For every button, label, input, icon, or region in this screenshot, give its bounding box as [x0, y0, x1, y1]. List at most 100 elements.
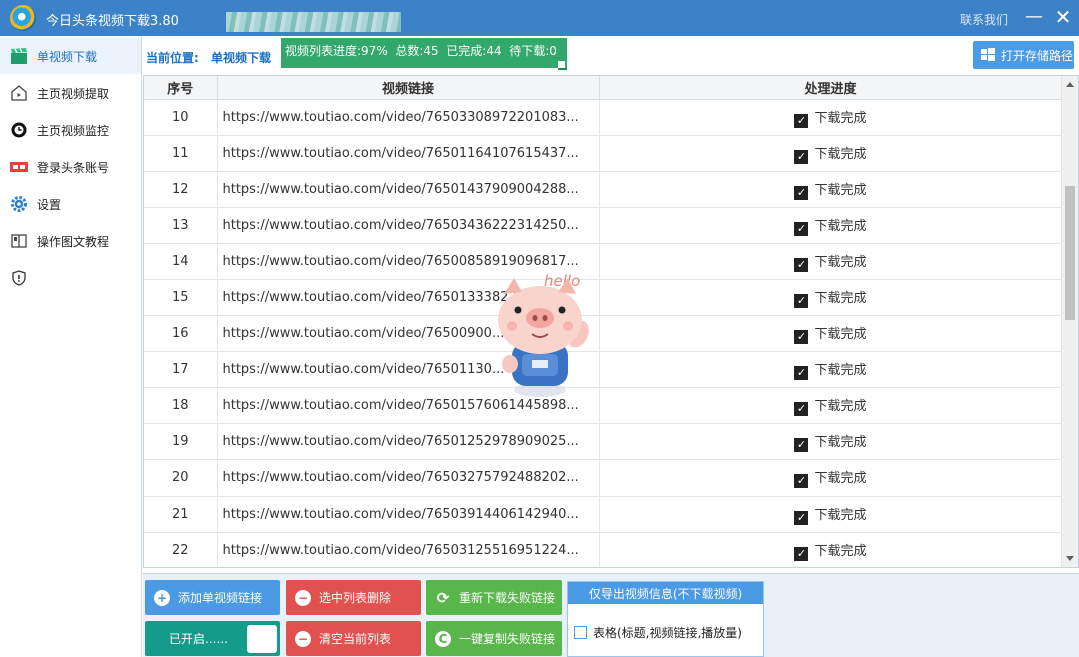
row-index: 21 — [144, 496, 218, 533]
sidebar-item-homepage-extract[interactable]: 主页视频提取 — [0, 75, 141, 111]
add-video-link-label: 添加单视频链接 — [178, 591, 263, 605]
sidebar-item-single-download[interactable]: 单视频下载 — [0, 38, 141, 74]
export-spreadsheet-checkbox[interactable] — [574, 626, 587, 639]
table-header-row: 序号 视频链接 处理进度 — [144, 76, 1063, 100]
sidebar-item-label: 设置 — [37, 197, 62, 212]
row-index: 17 — [144, 351, 218, 389]
title-bar: 今日头条视频下载3.80 联系我们 — ✕ — [0, 0, 1079, 36]
windows-folder-icon — [981, 48, 995, 61]
title-banner-image — [226, 12, 401, 32]
row-status: ✓ 下载完成 — [599, 207, 1063, 244]
checkbox-checked-icon[interactable]: ✓ — [794, 366, 809, 381]
toutiao-logo-icon — [10, 158, 28, 176]
checkbox-checked-icon[interactable]: ✓ — [794, 257, 809, 272]
row-url[interactable]: https://www.toutiao.com/video/7650143790… — [217, 171, 600, 208]
clapperboard-icon — [10, 47, 28, 65]
sidebar-item-login-toutiao[interactable]: 登录头条账号 — [0, 149, 141, 185]
sidebar-item-label: 单视频下载 — [37, 49, 98, 64]
minus-icon: − — [295, 630, 311, 647]
checkbox-checked-icon[interactable]: ✓ — [794, 113, 809, 128]
row-status-label: 下载完成 — [814, 507, 867, 523]
row-index: 14 — [144, 243, 218, 280]
checkbox-checked-icon[interactable]: ✓ — [794, 546, 809, 561]
row-index: 19 — [144, 423, 218, 461]
contact-us-link[interactable]: 联系我们 — [960, 11, 1008, 28]
progress-text: 视频列表进度:97% 总数:45 已完成:44 待下载:0 — [285, 44, 557, 58]
row-url[interactable]: https://www.toutiao.com/video/7650330897… — [217, 99, 600, 136]
table-row[interactable]: 20 https://www.toutiao.com/video/76503275… — [144, 459, 1063, 497]
scroll-down-arrow-icon[interactable] — [1066, 556, 1074, 561]
video-table: 序号 视频链接 处理进度 10 https://www.toutiao.com/v… — [143, 75, 1079, 568]
row-url[interactable]: https://www.toutiao.com/video/7650125297… — [217, 423, 600, 461]
checkbox-checked-icon[interactable]: ✓ — [794, 221, 809, 236]
table-scrollbar[interactable] — [1061, 76, 1078, 567]
row-url[interactable]: https://www.toutiao.com/video/7650391440… — [217, 496, 600, 533]
row-status: ✓ 下载完成 — [599, 423, 1063, 461]
add-video-link-button[interactable]: + 添加单视频链接 — [145, 580, 280, 615]
delete-selected-button[interactable]: − 选中列表删除 — [286, 580, 421, 615]
pig-mascot-image[interactable] — [488, 272, 608, 400]
row-url[interactable]: https://www.toutiao.com/video/7650327579… — [217, 459, 600, 497]
auto-mode-toggle[interactable]: 已开启...... — [145, 621, 280, 656]
location-label: 当前位置: — [146, 51, 199, 65]
scroll-up-arrow-icon[interactable] — [1066, 82, 1074, 87]
redownload-failed-label: 重新下载失败链接 — [459, 591, 556, 605]
row-status: ✓ 下载完成 — [599, 171, 1063, 208]
row-status-label: 下载完成 — [814, 471, 867, 487]
table-row[interactable]: 12 https://www.toutiao.com/video/76501437… — [144, 171, 1063, 208]
row-status: ✓ 下载完成 — [599, 459, 1063, 497]
table-row[interactable]: 10 https://www.toutiao.com/video/76503308… — [144, 99, 1063, 136]
column-header-status[interactable]: 处理进度 — [599, 76, 1063, 100]
sidebar-item-label: 操作图文教程 — [37, 234, 110, 249]
checkbox-checked-icon[interactable]: ✓ — [794, 438, 809, 453]
minimize-button[interactable]: — — [1024, 6, 1044, 30]
delete-selected-label: 选中列表删除 — [319, 591, 392, 605]
row-index: 13 — [144, 207, 218, 244]
checkbox-checked-icon[interactable]: ✓ — [794, 510, 809, 525]
table-row[interactable]: 11 https://www.toutiao.com/video/76501164… — [144, 135, 1063, 172]
sidebar-item-label: 主页视频监控 — [37, 123, 110, 138]
sidebar-item-homepage-monitor[interactable]: 主页视频监控 — [0, 112, 141, 148]
row-index: 11 — [144, 135, 218, 172]
row-url[interactable]: https://www.toutiao.com/video/7650312551… — [217, 532, 600, 567]
checkbox-checked-icon[interactable]: ✓ — [794, 185, 809, 200]
row-url[interactable]: https://www.toutiao.com/video/7650116410… — [217, 135, 600, 172]
checkbox-checked-icon[interactable]: ✓ — [794, 330, 809, 345]
row-status-label: 下载完成 — [814, 254, 867, 270]
refresh-icon: ⟳ — [436, 588, 450, 607]
open-storage-folder-button[interactable]: 打开存储路径 — [973, 41, 1074, 69]
clear-list-button[interactable]: − 清空当前列表 — [286, 621, 421, 656]
export-info-title: 仅导出视频信息(不下载视频) — [568, 582, 763, 604]
export-spreadsheet-option[interactable]: 表格(标题,视频链接,播放量) — [574, 624, 742, 641]
auto-mode-label: 已开启...... — [169, 632, 228, 646]
checkbox-checked-icon[interactable]: ✓ — [794, 149, 809, 164]
row-status: ✓ 下载完成 — [599, 99, 1063, 136]
close-button[interactable]: ✕ — [1051, 6, 1075, 30]
location-value: 单视频下载 — [211, 51, 272, 65]
table-row[interactable]: 21 https://www.toutiao.com/video/76503914… — [144, 496, 1063, 533]
checkbox-checked-icon[interactable]: ✓ — [794, 402, 809, 417]
table-row[interactable]: 22 https://www.toutiao.com/video/76503125… — [144, 532, 1063, 567]
copy-failed-links-button[interactable]: C 一键复制失败链接 — [426, 621, 562, 656]
row-url[interactable]: https://www.toutiao.com/video/7650343622… — [217, 207, 600, 244]
checkbox-checked-icon[interactable]: ✓ — [794, 474, 809, 489]
sidebar-item-shield[interactable] — [0, 260, 141, 296]
column-header-url[interactable]: 视频链接 — [217, 76, 600, 100]
row-status: ✓ 下载完成 — [599, 315, 1063, 353]
sidebar-item-settings[interactable]: 设置 — [0, 186, 141, 222]
checkbox-checked-icon[interactable]: ✓ — [794, 294, 809, 309]
scroll-thumb[interactable] — [1065, 186, 1075, 320]
row-status-label: 下载完成 — [814, 543, 867, 559]
sidebar-item-tutorial[interactable]: 操作图文教程 — [0, 223, 141, 259]
book-icon — [10, 232, 28, 250]
toggle-switch[interactable] — [247, 625, 277, 653]
redownload-failed-button[interactable]: ⟳ 重新下载失败链接 — [426, 580, 562, 615]
table-row[interactable]: 19 https://www.toutiao.com/video/76501252… — [144, 423, 1063, 461]
clear-list-label: 清空当前列表 — [319, 632, 392, 646]
progress-badge: 视频列表进度:97% 总数:45 已完成:44 待下载:0 — [281, 38, 567, 70]
row-status-label: 下载完成 — [814, 435, 867, 451]
row-status: ✓ 下载完成 — [599, 135, 1063, 172]
row-status: ✓ 下载完成 — [599, 243, 1063, 280]
table-row[interactable]: 13 https://www.toutiao.com/video/76503436… — [144, 207, 1063, 244]
column-header-index[interactable]: 序号 — [144, 76, 218, 100]
